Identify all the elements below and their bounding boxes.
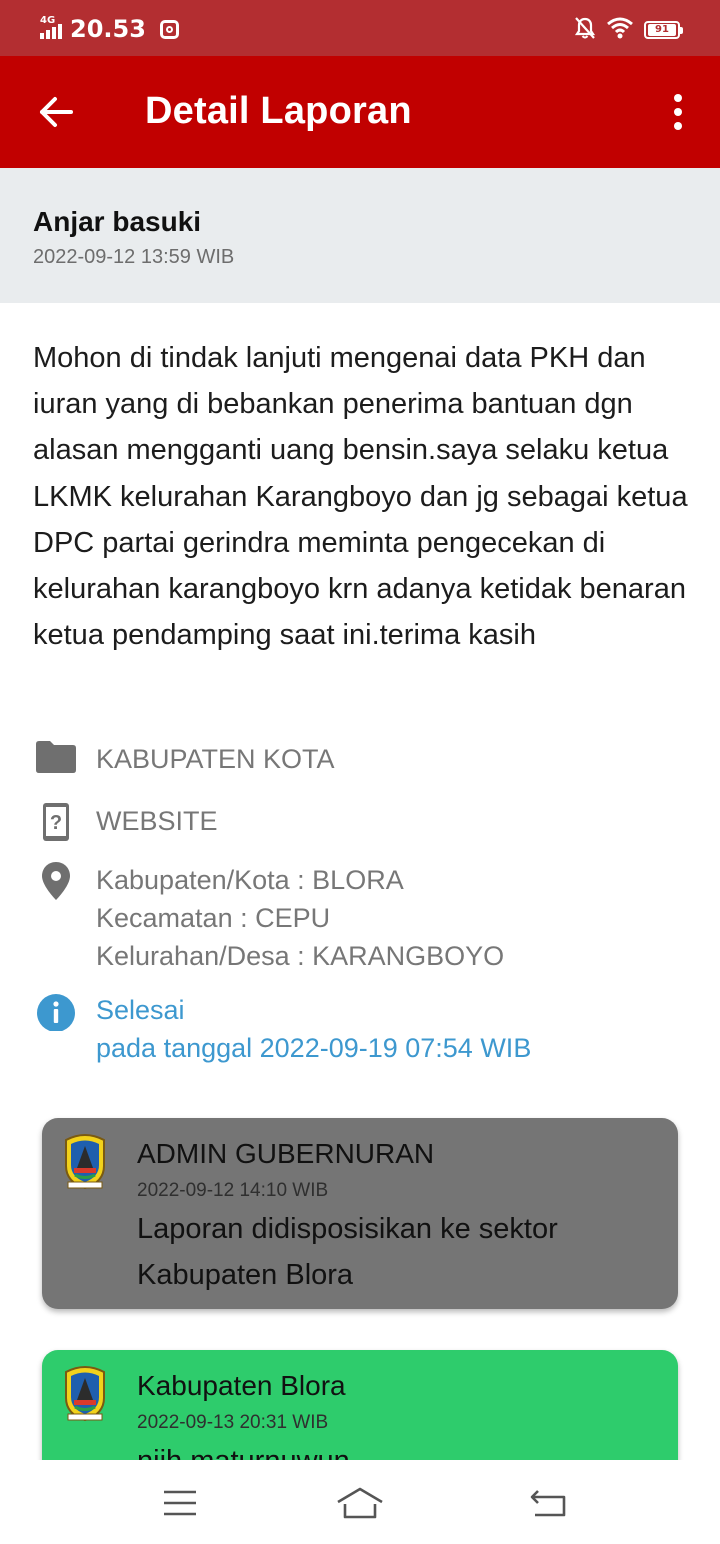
jateng-logo-icon (65, 1134, 105, 1190)
status-date: pada tanggal 2022-09-19 07:54 WIB (96, 1033, 532, 1063)
location-pin-icon (33, 861, 79, 901)
notifications-off-icon (574, 16, 596, 45)
back-icon (530, 1490, 566, 1517)
wifi-icon (606, 17, 634, 44)
comment-message: Laporan didisposisikan ke sektor Kabupat… (137, 1213, 558, 1291)
instagram-icon (159, 19, 179, 39)
comment-date: 2022-09-12 14:10 WIB (137, 1180, 329, 1201)
jateng-logo-icon (65, 1366, 105, 1422)
comment-date: 2022-09-13 20:31 WIB (137, 1412, 329, 1433)
source-row: ? WEBSITE (33, 802, 218, 842)
more-options-button[interactable] (658, 82, 698, 142)
category-label: KABUPATEN KOTA (96, 744, 335, 774)
reporter-date: 2022-09-12 13:59 WIB (33, 246, 235, 268)
location-row: Kabupaten/Kota : BLORA Kecamatan : CEPU … (33, 861, 504, 975)
arrow-back-icon (40, 97, 73, 127)
reporter-header: Anjar basuki 2022-09-12 13:59 WIB (0, 168, 720, 303)
home-button[interactable] (330, 1478, 390, 1528)
more-vert-icon (674, 94, 682, 130)
recent-apps-button[interactable] (150, 1478, 210, 1528)
network-type: 4G (40, 15, 56, 26)
page-title: Detail Laporan (145, 90, 412, 132)
info-icon (33, 991, 79, 1031)
comment-author: Kabupaten Blora (137, 1370, 346, 1401)
status-row: Selesai pada tanggal 2022-09-19 07:54 WI… (33, 991, 531, 1067)
battery-level: 91 (648, 24, 676, 36)
source-label: WEBSITE (96, 806, 218, 836)
location-kecamatan: Kecamatan : CEPU (96, 903, 331, 933)
back-button[interactable] (26, 82, 86, 142)
menu-icon (164, 1490, 196, 1516)
status-label: Selesai (96, 995, 185, 1025)
folder-icon (33, 740, 79, 780)
home-icon (337, 1487, 383, 1519)
location-kelurahan: Kelurahan/Desa : KARANGBOYO (96, 941, 505, 971)
comment-author: ADMIN GUBERNURAN (137, 1138, 435, 1169)
battery-icon: 91 (644, 21, 683, 39)
device-unknown-icon: ? (33, 802, 79, 842)
navigation-bar (0, 1460, 720, 1544)
reporter-name: Anjar basuki (33, 206, 202, 237)
comment-card: ADMIN GUBERNURAN 2022-09-12 14:10 WIB La… (42, 1118, 678, 1309)
system-back-button[interactable] (518, 1478, 578, 1528)
signal-icon: 4G (40, 15, 62, 39)
app-bar: Detail Laporan (0, 56, 720, 168)
location-kabupaten: Kabupaten/Kota : BLORA (96, 865, 404, 895)
clock: 20.53 (70, 15, 146, 43)
category-row: KABUPATEN KOTA (33, 740, 335, 780)
status-bar: 4G 20.53 91 (0, 0, 720, 56)
svg-text:?: ? (50, 812, 62, 834)
report-text: Mohon di tindak lanjuti mengenai data PK… (33, 342, 688, 652)
